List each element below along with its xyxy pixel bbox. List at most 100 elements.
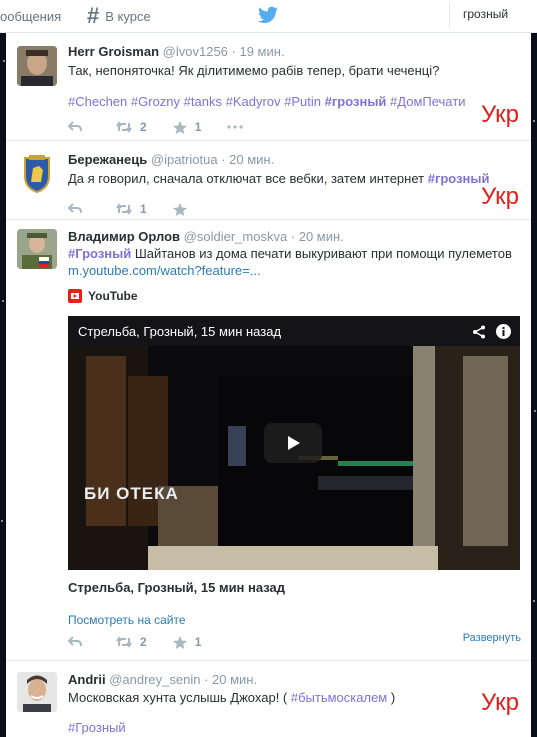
user-name[interactable]: Бережанець bbox=[68, 152, 147, 167]
retweet-icon bbox=[116, 121, 132, 133]
retweet-count: 2 bbox=[140, 120, 147, 134]
retweet-button[interactable]: 1 bbox=[116, 202, 147, 216]
tweet-header: Бережанець @ipatriotua · 20 мин. bbox=[68, 152, 274, 167]
nav-messages-label: ообщения bbox=[0, 8, 62, 24]
tweet-item[interactable]: Herr Groisman @lvov1256 · 19 мин. Так, н… bbox=[6, 33, 531, 141]
timeline: Herr Groisman @lvov1256 · 19 мин. Так, н… bbox=[6, 33, 531, 737]
tweet-body: Московская хунта услышь Джохар! ( bbox=[68, 690, 291, 705]
retweet-count: 2 bbox=[140, 635, 147, 649]
ukr-mark: Укр bbox=[480, 183, 519, 210]
tweet-actions: 1 bbox=[68, 200, 221, 218]
reply-button[interactable] bbox=[68, 121, 90, 133]
hashtag-link[interactable]: #грозный bbox=[325, 94, 387, 109]
reply-icon bbox=[68, 203, 82, 214]
tweet-time[interactable]: · 20 мин. bbox=[291, 229, 344, 244]
expand-link[interactable]: Развернуть bbox=[463, 632, 521, 644]
video-title[interactable]: Стрельба, Грозный, 15 мин назад bbox=[78, 324, 281, 339]
hashtag-link[interactable]: #бытьмоскалем bbox=[291, 690, 387, 705]
tweet-item[interactable]: Andrii @andrey_senin · 20 мин. Московска… bbox=[6, 661, 531, 737]
hashtag-link[interactable]: #Kadyrov bbox=[226, 94, 281, 109]
star bbox=[3, 60, 5, 62]
hashtag-link[interactable]: #ДомПечати bbox=[390, 94, 465, 109]
user-name[interactable]: Andrii bbox=[68, 672, 106, 687]
user-handle[interactable]: @andrey_senin bbox=[109, 672, 200, 687]
video-sign-text: БИ ОТЕКА bbox=[84, 484, 179, 503]
tweet-body: Да я говорил, сначала отключат все вебки… bbox=[68, 171, 425, 186]
twitter-bird-icon[interactable] bbox=[258, 6, 278, 24]
star-icon bbox=[172, 120, 187, 134]
favorite-count: 1 bbox=[194, 120, 202, 134]
tweet-item[interactable]: Владимир Орлов @soldier_moskva · 20 мин.… bbox=[6, 220, 531, 661]
reply-button[interactable] bbox=[68, 203, 90, 215]
user-handle[interactable]: @ipatriotua bbox=[151, 152, 218, 167]
favorite-button[interactable]: 1 bbox=[172, 120, 202, 134]
user-handle[interactable]: @soldier_moskva bbox=[184, 229, 288, 244]
ukr-mark: Укр bbox=[480, 101, 519, 128]
search-query: грозный bbox=[463, 7, 509, 21]
play-button[interactable] bbox=[264, 423, 322, 463]
ukr-mark: Укр bbox=[480, 689, 519, 716]
retweet-button[interactable]: 2 bbox=[116, 635, 147, 649]
avatar[interactable] bbox=[17, 46, 57, 86]
tweet-time[interactable]: · 20 мин. bbox=[204, 672, 257, 687]
play-icon bbox=[288, 436, 300, 450]
hashtag-link[interactable]: #Grozny bbox=[131, 94, 180, 109]
user-name[interactable]: Herr Groisman bbox=[68, 44, 159, 59]
info-icon[interactable] bbox=[496, 324, 511, 339]
star-icon bbox=[172, 635, 187, 649]
star bbox=[2, 300, 4, 302]
hashtag-link[interactable]: #Грозный bbox=[68, 246, 131, 261]
tweet-header: Владимир Орлов @soldier_moskva · 20 мин. bbox=[68, 229, 344, 244]
nav-trending-label: В курсе bbox=[105, 8, 151, 24]
tweet-text: Так, непоняточка! Як ділитимемо рабів те… bbox=[68, 63, 440, 78]
user-name[interactable]: Владимир Орлов bbox=[68, 229, 180, 244]
tweet-hashtags: #Грозный bbox=[68, 719, 126, 736]
user-handle[interactable]: @lvov1256 bbox=[163, 44, 228, 59]
card-source-label: YouTube bbox=[88, 289, 138, 303]
tweet-url-link[interactable]: m.youtube.com/watch?feature=... bbox=[68, 262, 261, 279]
hashtag-link[interactable]: #Грозный bbox=[68, 720, 126, 735]
nav-trending[interactable]: # В курсе bbox=[87, 0, 151, 32]
hashtag-link[interactable]: #Chechen bbox=[68, 94, 127, 109]
favorite-button[interactable] bbox=[172, 202, 195, 216]
tweet-time[interactable]: · 20 мин. bbox=[221, 152, 274, 167]
video-player[interactable]: Стрельба, Грозный, 15 мин назад БИ ОТЕКА bbox=[68, 316, 520, 570]
search-input[interactable]: грозный bbox=[449, 2, 537, 28]
favorite-count: 1 bbox=[194, 635, 202, 649]
tweet-time[interactable]: · 19 мин. bbox=[232, 44, 285, 59]
reply-icon bbox=[68, 121, 82, 132]
hashtag-link[interactable]: #tanks bbox=[184, 94, 222, 109]
tweet-actions: 2 1 bbox=[68, 633, 227, 651]
card-title[interactable]: Стрельба, Грозный, 15 мин назад bbox=[68, 580, 285, 595]
nav-messages[interactable]: ообщения bbox=[0, 0, 61, 32]
retweet-button[interactable]: 2 bbox=[116, 120, 147, 134]
favorite-button[interactable]: 1 bbox=[172, 635, 202, 649]
reply-button[interactable] bbox=[68, 636, 90, 648]
tweet-actions: 2 1 bbox=[68, 118, 277, 136]
tweet-hashtags: #Chechen #Grozny #tanks #Kadyrov #Putin … bbox=[68, 93, 465, 110]
retweet-count: 1 bbox=[140, 202, 147, 216]
avatar[interactable] bbox=[17, 672, 57, 712]
avatar[interactable] bbox=[17, 154, 57, 194]
reply-icon bbox=[68, 636, 82, 647]
tweet-item[interactable]: Бережанець @ipatriotua · 20 мин. Да я го… bbox=[6, 141, 531, 220]
star bbox=[534, 410, 536, 412]
tweet-header: Andrii @andrey_senin · 20 мин. bbox=[68, 672, 257, 687]
tweet-text: Московская хунта услышь Джохар! ( #бытьм… bbox=[68, 689, 395, 706]
more-button[interactable] bbox=[227, 125, 251, 129]
star bbox=[533, 120, 535, 122]
tweet-header: Herr Groisman @lvov1256 · 19 мин. bbox=[68, 44, 285, 59]
tweet-text: #Грозный Шайтанов из дома печати выкурив… bbox=[68, 245, 512, 262]
avatar[interactable] bbox=[17, 229, 57, 269]
hashtag-icon: # bbox=[87, 3, 100, 28]
tweet-body: Шайтанов из дома печати выкуривают при п… bbox=[131, 246, 512, 261]
share-icon[interactable] bbox=[472, 325, 486, 339]
more-icon bbox=[227, 125, 243, 129]
star bbox=[533, 600, 535, 602]
card-source[interactable]: YouTube bbox=[68, 289, 138, 303]
view-on-site-link[interactable]: Посмотреть на сайте bbox=[68, 612, 186, 629]
hashtag-link[interactable]: #Putin bbox=[284, 94, 321, 109]
star-icon bbox=[172, 202, 187, 216]
tweet-text: Да я говорил, сначала отключат все вебки… bbox=[68, 170, 489, 187]
star bbox=[1, 520, 3, 522]
